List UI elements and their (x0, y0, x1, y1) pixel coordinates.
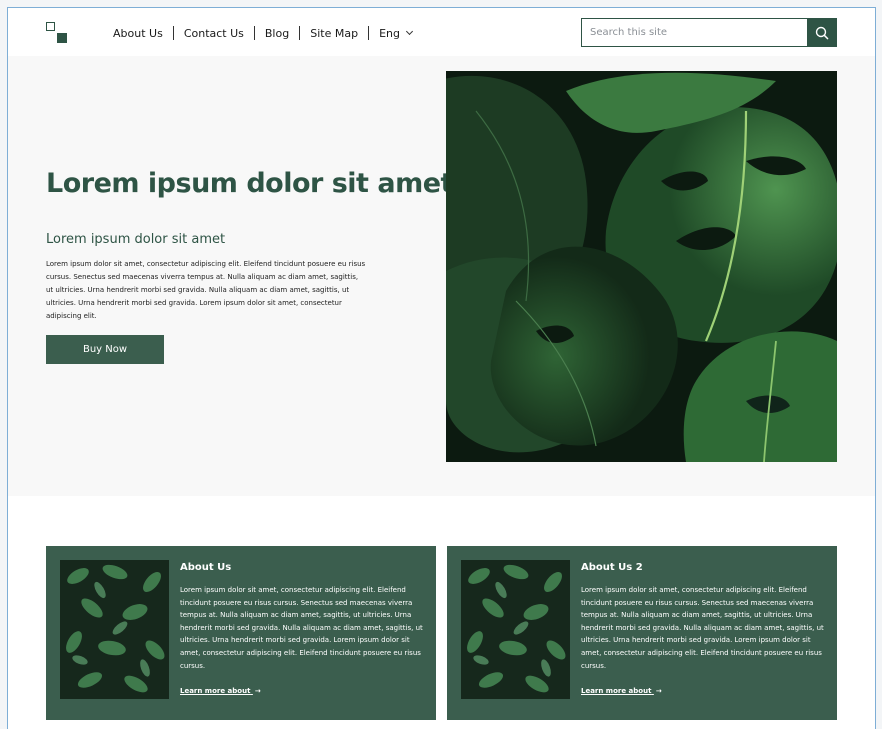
search-icon (815, 26, 828, 39)
arrow-right-icon: → (655, 687, 662, 695)
site-header: About Us Contact Us Blog Site Map Eng (8, 8, 875, 56)
nav-item-blog[interactable]: Blog (265, 27, 289, 40)
nav-divider (253, 26, 255, 40)
learn-more-label: Learn more about (581, 687, 652, 695)
card-body-text: Lorem ipsum dolor sit amet, consectetur … (581, 586, 824, 670)
language-selector[interactable]: Eng (379, 26, 414, 40)
nav-item-contact-us[interactable]: Contact Us (184, 27, 244, 40)
arrow-right-icon: → (254, 687, 261, 695)
learn-more-link[interactable]: Learn more about → (581, 687, 662, 695)
card-title: About Us 2 (581, 562, 643, 573)
language-label: Eng (379, 26, 400, 40)
about-card-1: About Us Lorem ipsum dolor sit amet, con… (46, 546, 436, 720)
hero-monstera-image (446, 71, 837, 462)
card-leaves-image (461, 560, 570, 699)
buy-now-button[interactable]: Buy Now (46, 335, 164, 364)
nav-divider (172, 26, 174, 40)
card-body-text: Lorem ipsum dolor sit amet, consectetur … (180, 586, 423, 670)
learn-more-label: Learn more about (180, 687, 251, 695)
nav-item-about-us[interactable]: About Us (113, 27, 163, 40)
hero-body-text: Lorem ipsum dolor sit amet, consectetur … (46, 260, 366, 320)
nav-item-site-map[interactable]: Site Map (310, 27, 358, 40)
chevron-down-icon (405, 27, 414, 35)
hero-section: Lorem ipsum dolor sit amet Lorem ipsum d… (8, 56, 875, 496)
about-card-2: About Us 2 Lorem ipsum dolor sit amet, c… (447, 546, 837, 720)
nav-divider (299, 26, 301, 40)
hero-title: Lorem ipsum dolor sit amet (46, 168, 453, 199)
search-button[interactable] (807, 19, 836, 46)
logo-icon[interactable] (46, 22, 70, 44)
nav-divider (368, 26, 370, 40)
card-title: About Us (180, 562, 232, 573)
hero-subtitle: Lorem ipsum dolor sit amet (46, 232, 226, 247)
learn-more-link[interactable]: Learn more about → (180, 687, 261, 695)
main-nav: About Us Contact Us Blog Site Map Eng (113, 24, 414, 42)
card-leaves-image (60, 560, 169, 699)
search-input[interactable] (582, 19, 807, 46)
search-box (581, 18, 837, 47)
browser-frame: About Us Contact Us Blog Site Map Eng Se… (7, 7, 876, 729)
